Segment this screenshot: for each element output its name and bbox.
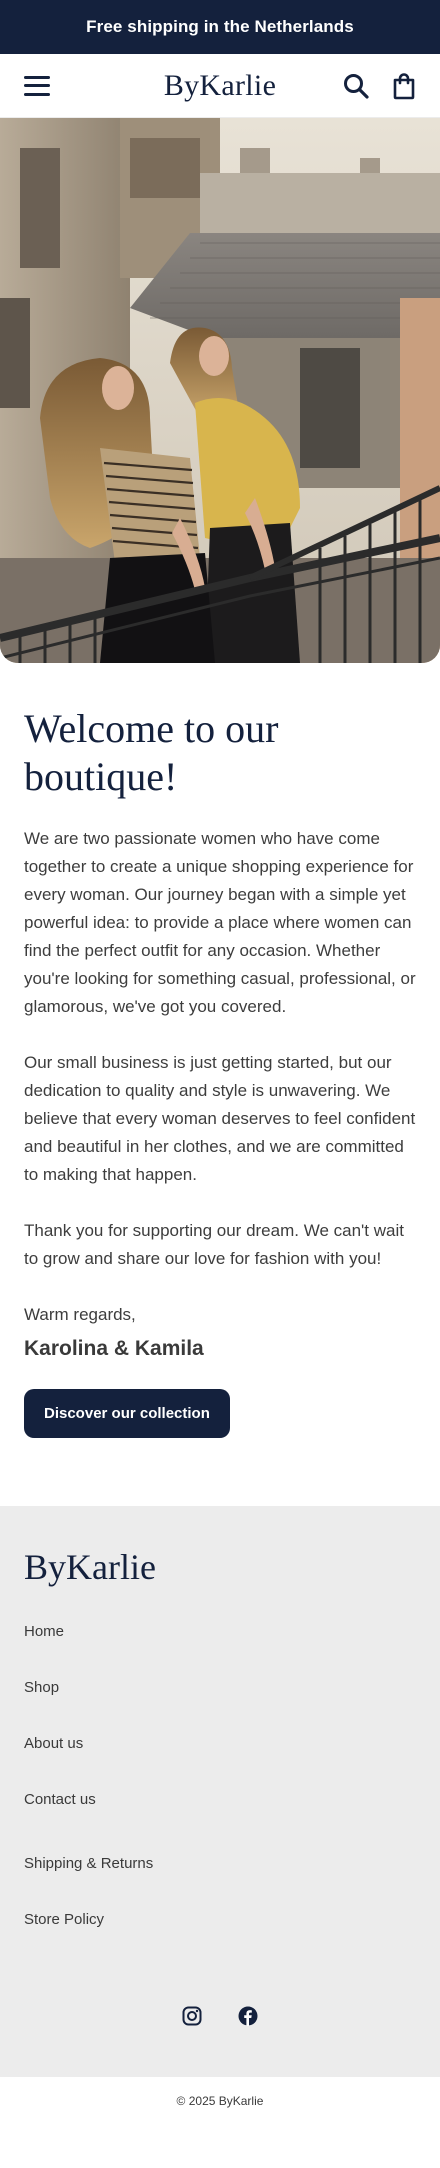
site-footer: ByKarlie Home Shop About us Contact us S… (0, 1506, 440, 2077)
signature: Karolina & Kamila (24, 1337, 204, 1360)
social-links (24, 2006, 416, 2031)
footer-link-home[interactable]: Home (24, 1618, 416, 1674)
welcome-section: Welcome to our boutique! We are two pass… (0, 663, 440, 1506)
site-header: ByKarlie (0, 54, 440, 118)
footer-logo[interactable]: ByKarlie (24, 1546, 416, 1588)
hero-image (0, 118, 440, 663)
footer-link-about[interactable]: About us (24, 1730, 416, 1786)
facebook-icon[interactable] (238, 2006, 258, 2031)
copyright: © 2025 ByKarlie (0, 2077, 440, 2125)
hamburger-menu-icon[interactable] (24, 75, 50, 96)
announcement-text: Free shipping in the Netherlands (86, 17, 354, 36)
discover-collection-button[interactable]: Discover our collection (24, 1389, 230, 1438)
intro-paragraph-3: Thank you for supporting our dream. We c… (24, 1221, 404, 1268)
page-title: Welcome to our boutique! (24, 706, 279, 799)
site-logo[interactable]: ByKarlie (164, 69, 276, 103)
header-actions (342, 72, 416, 100)
announcement-bar: Free shipping in the Netherlands (0, 0, 440, 54)
closing-regards: Warm regards, (24, 1305, 136, 1324)
intro-paragraph-2: Our small business is just getting start… (24, 1053, 416, 1184)
shopping-bag-icon[interactable] (392, 72, 416, 100)
search-icon[interactable] (342, 72, 370, 100)
footer-nav: Home Shop About us Contact us Shipping &… (24, 1618, 416, 1962)
intro-paragraph-1: We are two passionate women who have com… (24, 829, 416, 1016)
footer-link-shop[interactable]: Shop (24, 1674, 416, 1730)
footer-link-store-policy[interactable]: Store Policy (24, 1906, 416, 1962)
footer-link-shipping-returns[interactable]: Shipping & Returns (24, 1850, 416, 1906)
instagram-icon[interactable] (182, 2006, 202, 2031)
footer-link-contact[interactable]: Contact us (24, 1786, 416, 1842)
